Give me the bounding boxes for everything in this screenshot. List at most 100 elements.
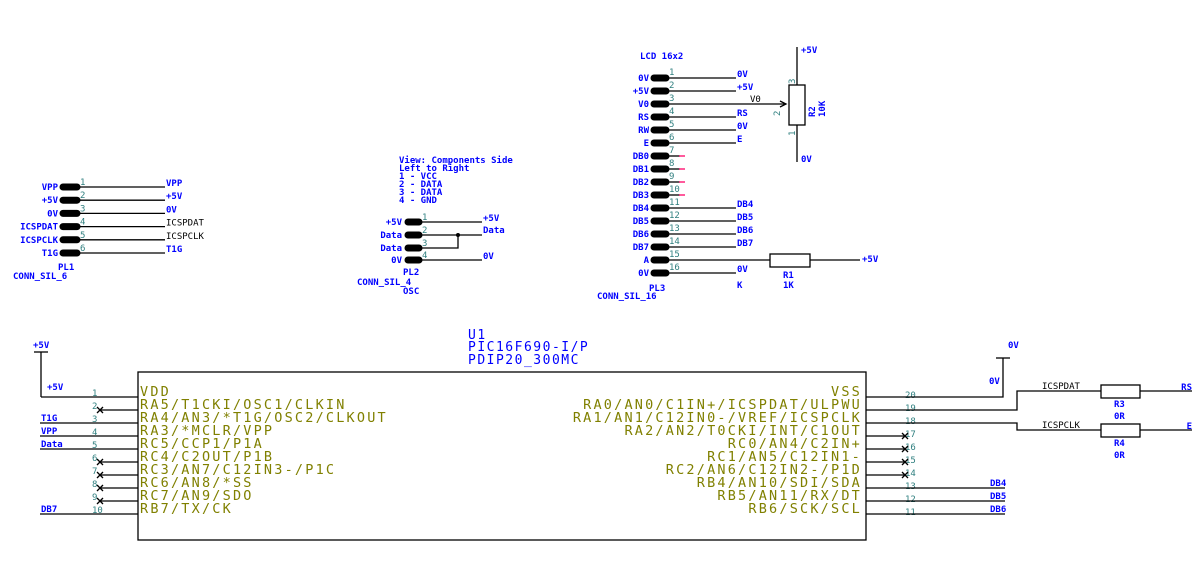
pin-number: 7 (92, 467, 97, 477)
pin-number: 16 (669, 263, 680, 273)
assembly-note: 4 - GND (399, 196, 438, 206)
pin-number: 1 (669, 68, 674, 78)
pin-number: 6 (80, 244, 85, 254)
schematic-canvas: VPP 1 VPP+5V 2 +5V0V 3 0VICSPDAT 4 ICSPDATICSPCL… (13, 46, 1192, 541)
net-label: DB4 (633, 204, 650, 214)
resistor-r4: ICSPCLK E R4 0R (1042, 421, 1192, 461)
pin-number: 1 (80, 178, 85, 188)
pl3-pin-16: 0V 16 0V (638, 263, 748, 279)
component-value: 0R (1114, 412, 1125, 422)
pin-number: 12 (905, 495, 916, 505)
component-title: LCD 16x2 (640, 52, 683, 62)
ic-u1: U1PIC16F690-I/PPDIP20_300MCVDD1RA5/T1CKI… (33, 328, 1101, 541)
net-label: +5V (166, 192, 183, 202)
net-label: DB7 (633, 243, 649, 253)
net-label: E (737, 135, 742, 145)
net-label: 0V (638, 269, 649, 279)
net-label: DB4 (990, 479, 1007, 489)
component-ref: R3 (1114, 400, 1125, 410)
net-label: DB0 (633, 152, 649, 162)
wire (866, 358, 1004, 398)
pin-name: RB6/SCK/SCL (748, 501, 862, 517)
pl1-pin-4: ICSPDAT 4 ICSPDAT (20, 218, 204, 233)
net-label: DB5 (737, 213, 753, 223)
pin-number: 2 (669, 81, 674, 91)
pl2-pin-2: Data 2 Data (380, 226, 504, 241)
pin-number: 5 (80, 231, 85, 241)
component-value: 0R (1114, 451, 1125, 461)
component-footprint: CONN_SIL_16 (597, 292, 657, 302)
net-label: +5V (633, 87, 650, 97)
power-label: +5V (33, 341, 50, 351)
pl3-pin-11: DB4 11 DB4 (633, 198, 754, 214)
pl3-pin-12: DB5 12 DB5 (633, 211, 754, 227)
connector-pl3: LCD 16x20V1 0V+5V2 +5VV03 V0RS4 RSRW5 0VE6 EDB… (597, 52, 788, 302)
net-label: DB5 (990, 492, 1006, 502)
pin-number: 13 (905, 482, 916, 492)
net-label: ICSPDAT (20, 223, 59, 233)
net-label: 0V (483, 252, 494, 262)
pin-number: 3 (80, 204, 85, 214)
net-label: 0V (47, 209, 58, 219)
net-label: 0V (737, 70, 748, 80)
connector-pl2: View: Components SideLeft to Right1 - VC… (357, 155, 513, 297)
net-label: +5V (737, 83, 754, 93)
net-label: +5V (483, 214, 500, 224)
pl1-pin-2: +5V 2 +5V (42, 191, 183, 206)
net-label: DB2 (633, 178, 649, 188)
net-label: RS (1181, 383, 1192, 393)
net-label: Data (483, 226, 505, 236)
net-label: ICSPCLK (20, 236, 59, 246)
resistor-body (1100, 423, 1141, 438)
component-ref: R2 (808, 106, 818, 117)
pin-number: 7 (669, 146, 674, 156)
net-label: DB6 (990, 505, 1006, 515)
pin-name: RB7/TX/CK (140, 501, 233, 517)
pin-number: 6 (92, 454, 97, 464)
pl3-pin-6: E 6 E (644, 133, 743, 149)
net-label: 0V (737, 122, 748, 132)
net-label: DB6 (737, 226, 753, 236)
net-label: RS (737, 109, 748, 119)
resistor-r3: ICSPDAT RS R3 0R (1042, 382, 1192, 422)
net-label: T1G (42, 249, 58, 259)
net-label: 0V (166, 205, 177, 215)
net-label: Data (380, 244, 402, 254)
pin-number: 2 (773, 111, 783, 116)
pin-number: 11 (669, 198, 680, 208)
net-label: 0V (737, 265, 748, 275)
pin-number: 2 (80, 191, 85, 201)
net-label: Data (41, 440, 63, 450)
net-label: K (737, 281, 743, 291)
pin-number: 3 (669, 94, 674, 104)
net-label: DB7 (41, 505, 57, 515)
pl3-pin-1: 0V 1 0V (638, 68, 748, 84)
pin-number: 10 (669, 185, 680, 195)
pin-number: 4 (669, 107, 674, 117)
pin-number: 9 (92, 493, 97, 503)
pin-number: 18 (905, 417, 916, 427)
u1-pin-11: RB6/SCK/SCL 11 DB6 (748, 501, 1006, 518)
net-label: RW (638, 126, 649, 136)
net-label: RS (638, 113, 649, 123)
component-footprint: CONN_SIL_6 (13, 272, 67, 282)
pin-number: 15 (669, 250, 680, 260)
resistor-body (769, 253, 811, 268)
net-label: ICSPCLK (1042, 421, 1081, 431)
pin-number: 8 (92, 480, 97, 490)
net-label: VPP (166, 179, 183, 189)
net-label: VPP (41, 427, 58, 437)
net-label: V0 (750, 95, 761, 105)
net-label: 0V (638, 74, 649, 84)
pl1-pin-3: 0V 3 0V (47, 204, 177, 219)
net-label: DB1 (633, 165, 649, 175)
resistor-body (788, 84, 806, 126)
pl3-pin-5: RW 5 0V (638, 120, 748, 136)
pin-number: 1 (788, 131, 798, 136)
net-label: A (644, 256, 650, 266)
component-package: PDIP20_300MC (468, 353, 580, 368)
pin-number: 12 (669, 211, 680, 221)
net-label: 0V (989, 377, 1000, 387)
component-ref: R4 (1114, 439, 1125, 449)
pin-number: 2 (92, 402, 97, 412)
